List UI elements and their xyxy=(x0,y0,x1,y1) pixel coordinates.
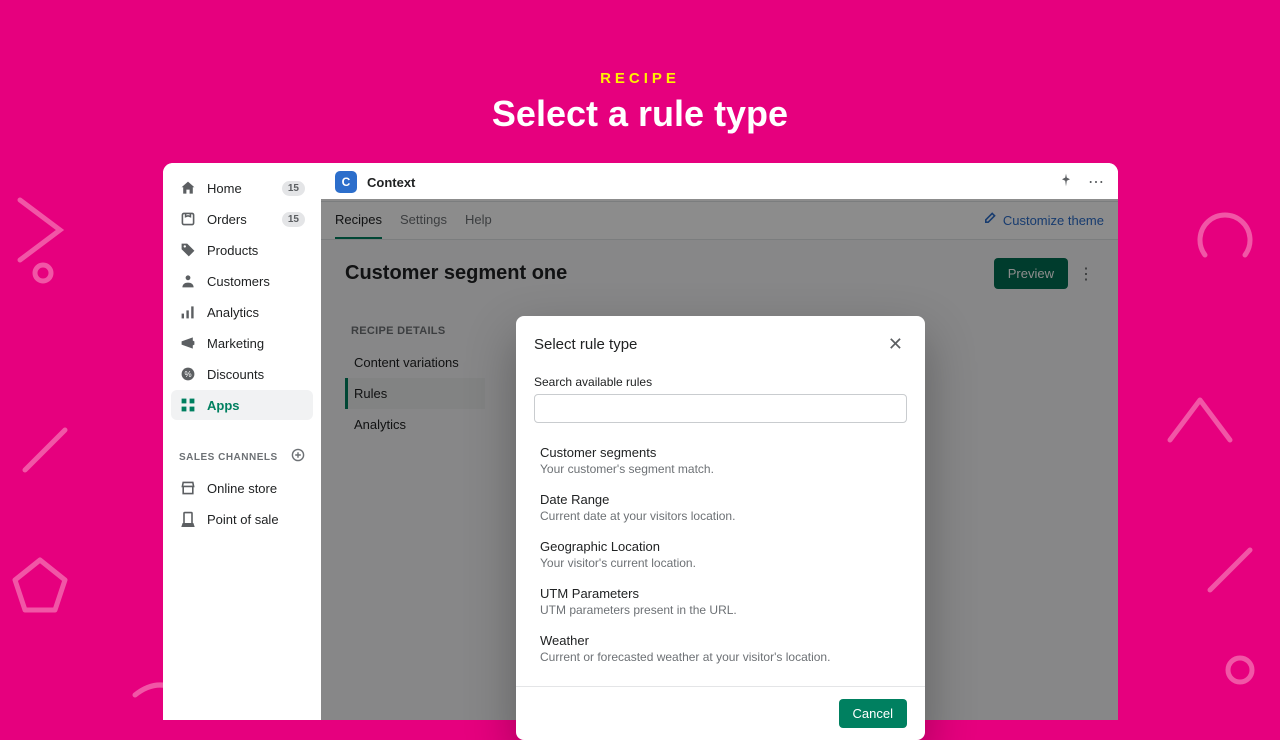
home-icon xyxy=(179,179,197,197)
rule-desc: Current date at your visitors location. xyxy=(540,509,901,523)
customers-icon xyxy=(179,272,197,290)
sidebar-item-orders[interactable]: Orders 15 xyxy=(171,204,313,234)
rule-desc: UTM parameters present in the URL. xyxy=(540,603,901,617)
sidebar-label: Online store xyxy=(207,481,305,496)
sidebar-section: SALES CHANNELS xyxy=(171,440,313,473)
rule-option-date-range[interactable]: Date Range Current date at your visitors… xyxy=(534,484,907,531)
sidebar-badge: 15 xyxy=(282,181,305,196)
cancel-button[interactable]: Cancel xyxy=(839,699,907,728)
sidebar-item-products[interactable]: Products xyxy=(171,235,313,265)
svg-text:%: % xyxy=(184,370,191,379)
discounts-icon: % xyxy=(179,365,197,383)
sidebar-item-home[interactable]: Home 15 xyxy=(171,173,313,203)
rule-title: Date Range xyxy=(540,492,901,507)
rule-list: Customer segments Your customer's segmen… xyxy=(534,437,907,672)
rule-title: Customer segments xyxy=(540,445,901,460)
sidebar-item-apps[interactable]: Apps xyxy=(171,390,313,420)
pos-icon xyxy=(179,510,197,528)
rule-option-geographic[interactable]: Geographic Location Your visitor's curre… xyxy=(534,531,907,578)
close-icon: ✕ xyxy=(888,334,903,354)
rule-option-customer-segments[interactable]: Customer segments Your customer's segmen… xyxy=(534,437,907,484)
sidebar-label: Apps xyxy=(207,398,305,413)
add-channel-icon[interactable] xyxy=(291,448,305,467)
sidebar-item-discounts[interactable]: % Discounts xyxy=(171,359,313,389)
orders-icon xyxy=(179,210,197,228)
sidebar-label: Point of sale xyxy=(207,512,305,527)
rule-desc: Current or forecasted weather at your vi… xyxy=(540,650,901,664)
sidebar-label: Products xyxy=(207,243,305,258)
rule-desc: Your visitor's current location. xyxy=(540,556,901,570)
sidebar-badge: 15 xyxy=(282,212,305,227)
close-button[interactable]: ✕ xyxy=(884,330,907,359)
more-icon[interactable]: ⋯ xyxy=(1088,172,1104,192)
rule-title: UTM Parameters xyxy=(540,586,901,601)
store-icon xyxy=(179,479,197,497)
sidebar-label: Home xyxy=(207,181,282,196)
rule-title: Geographic Location xyxy=(540,539,901,554)
page-title: Select a rule type xyxy=(0,93,1280,135)
sidebar-label: Customers xyxy=(207,274,305,289)
sidebar-item-analytics[interactable]: Analytics xyxy=(171,297,313,327)
search-input[interactable] xyxy=(534,394,907,423)
sidebar-label: Analytics xyxy=(207,305,305,320)
sidebar-label: Marketing xyxy=(207,336,305,351)
app-logo: C xyxy=(335,171,357,193)
sidebar-label: Orders xyxy=(207,212,282,227)
eyebrow: RECIPE xyxy=(0,70,1280,87)
rule-option-utm[interactable]: UTM Parameters UTM parameters present in… xyxy=(534,578,907,625)
pin-icon[interactable] xyxy=(1058,172,1074,193)
apps-icon xyxy=(179,396,197,414)
sidebar-channel-pos[interactable]: Point of sale xyxy=(171,504,313,534)
rule-title: Weather xyxy=(540,633,901,648)
sidebar-section-title: SALES CHANNELS xyxy=(179,452,278,463)
rule-desc: Your customer's segment match. xyxy=(540,462,901,476)
search-label: Search available rules xyxy=(534,375,907,389)
marketing-icon xyxy=(179,334,197,352)
analytics-icon xyxy=(179,303,197,321)
sidebar: Home 15 Orders 15 Products Customers Ana… xyxy=(163,163,321,720)
products-icon xyxy=(179,241,197,259)
sidebar-item-customers[interactable]: Customers xyxy=(171,266,313,296)
sidebar-item-marketing[interactable]: Marketing xyxy=(171,328,313,358)
rule-option-weather[interactable]: Weather Current or forecasted weather at… xyxy=(534,625,907,672)
sidebar-channel-online[interactable]: Online store xyxy=(171,473,313,503)
rule-type-modal: Select rule type ✕ Search available rule… xyxy=(516,316,925,740)
app-name: Context xyxy=(367,175,415,190)
modal-title: Select rule type xyxy=(534,336,637,353)
top-bar: C Context ⋯ xyxy=(321,163,1118,202)
sidebar-label: Discounts xyxy=(207,367,305,382)
